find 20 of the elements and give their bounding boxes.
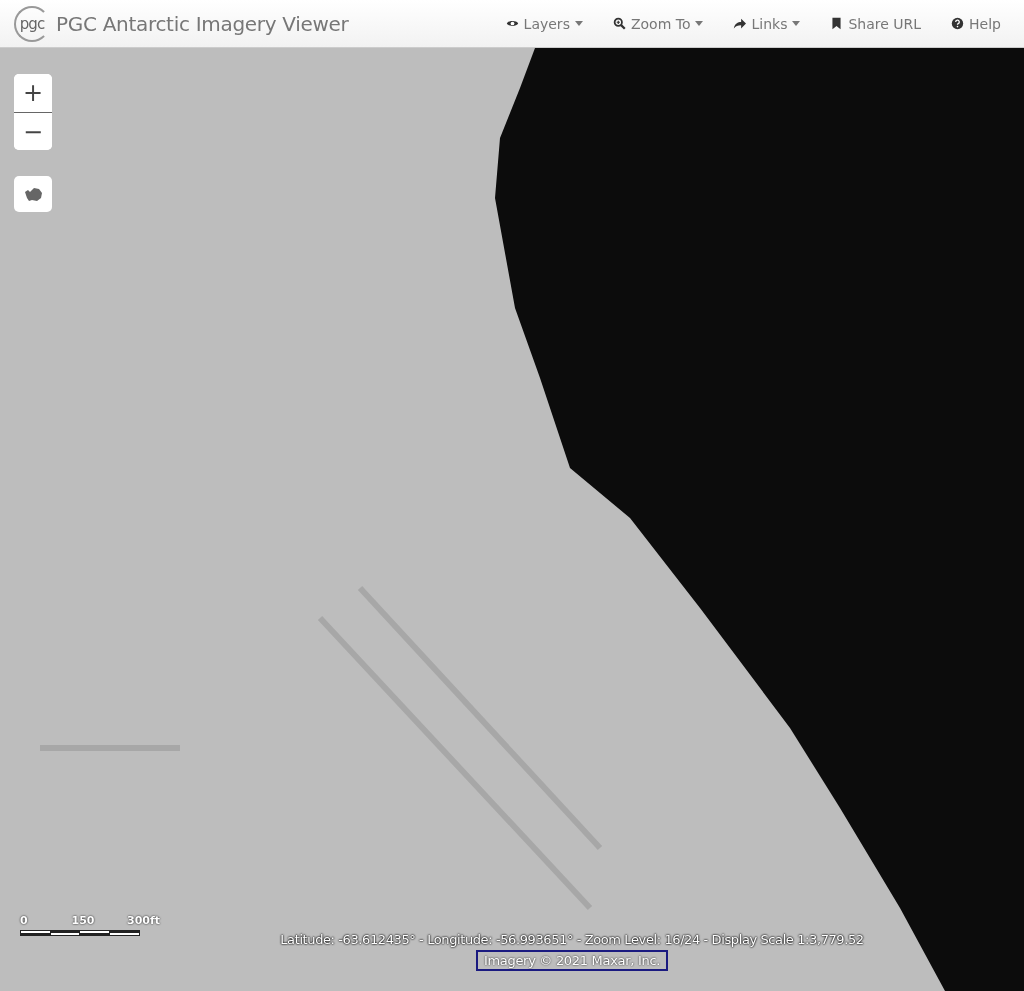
nav-link[interactable]: Help [936,15,1016,32]
caret-icon [574,21,583,26]
help-icon [951,17,965,30]
zoom-out-button[interactable]: − [14,112,52,150]
share-arrow-icon [733,17,747,30]
scale-label: 300ft [127,914,160,927]
antarctica-home-button[interactable] [14,176,52,212]
imagery-attribution: Imagery © 2021 Maxar, Inc. [475,950,669,971]
nav-link[interactable]: Share URL [815,15,937,32]
bookmark-icon [830,17,844,30]
scale-label: 150 [71,914,96,927]
caret-icon [792,21,801,26]
nav-link[interactable]: Links [718,15,816,32]
coordinates-readout: Latitude: -63.612435° - Longitude: -56.993651° - Zoom Level: 16/24 - Display Scale 1:3,779.52 [280,932,864,947]
zoom-icon [612,17,626,30]
nav-link[interactable]: Layers [490,15,598,32]
caret-icon [695,21,704,26]
antarctica-icon [23,186,43,202]
nav-link[interactable]: Zoom To [597,15,719,32]
app-title[interactable]: PGC Antarctic Imagery Viewer [56,11,349,36]
